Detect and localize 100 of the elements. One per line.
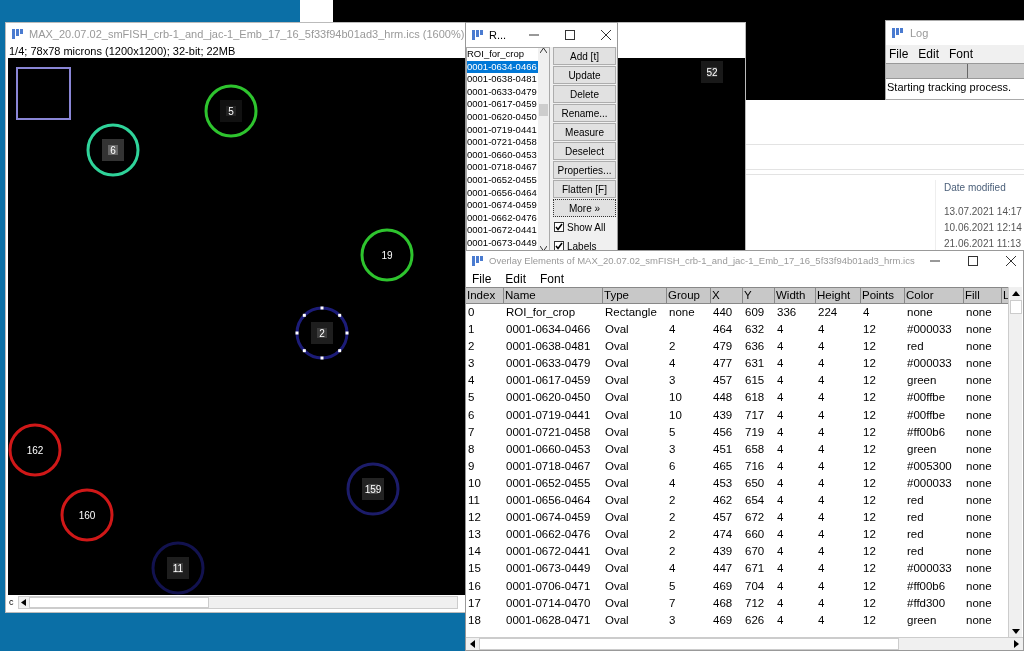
table-cell-text: 8 [467,441,476,457]
column-header[interactable]: Date modified [944,180,1022,204]
roi-list-item[interactable]: 0001-0672-0441 [467,224,538,237]
column-header[interactable]: X [711,288,743,303]
roi-button[interactable]: Delete [553,85,616,103]
table-cell-text: Oval [604,424,630,440]
column-header[interactable]: Name [504,288,603,303]
roi-list-item[interactable]: 0001-0617-0459 [467,98,538,111]
roi-list-item[interactable]: 0001-0656-0464 [467,186,538,200]
table-cell-text: 0001-0672-0441 [505,544,592,560]
vertical-scrollbar[interactable] [1008,287,1022,637]
roi-list-item[interactable]: 0001-0662-0476 [467,211,538,225]
roi-circle[interactable]: 159 [346,462,400,516]
table-cell-text: 2 [668,493,677,509]
scrollbar-thumb[interactable] [539,103,548,116]
table-cell-text: Oval [604,458,630,474]
roi-list-item[interactable]: 0001-0673-0449 [467,236,538,250]
column-header[interactable]: Points [861,288,905,303]
roi-circle[interactable]: 11 [151,541,205,595]
scroll-down-icon[interactable] [540,246,547,251]
roi-list-item[interactable]: 0001-0674-0459 [467,199,538,212]
roi-list-item[interactable]: 0001-0620-0450 [467,110,538,124]
roi-circle[interactable]: 6 [86,123,140,177]
table-cell-text: Oval [604,356,630,372]
table-cell-text: Oval [604,441,630,457]
roi-circle[interactable]: 160 [60,488,114,542]
roi-button[interactable]: Add [t] [553,47,616,65]
table-cell-text: #ffd300 [906,595,947,611]
column-header[interactable]: Fill [964,288,1002,303]
table-cell-text: 660 [744,527,766,543]
roi-list-item[interactable]: 0001-0638-0481 [467,73,538,86]
roi-circle[interactable]: 162 [8,423,62,477]
roi-button[interactable]: Update [553,66,616,84]
table-cell-text: 4 [776,339,785,355]
table-cell-text: 4 [776,407,785,423]
close-icon[interactable] [601,30,611,40]
table-cell-text: 6 [668,458,677,474]
fluorescent-spot [102,139,124,161]
roi-list-item[interactable]: 0001-0718-0467 [467,161,538,174]
scroll-up-icon[interactable] [1011,291,1020,296]
roi-circle[interactable]: 2 [295,306,349,360]
left-arrow-icon[interactable] [18,597,29,608]
checkbox-label: Labels [567,239,597,254]
menu-item[interactable]: File [472,270,492,288]
table-cell-text: 4 [776,527,785,543]
roi-list-item[interactable]: 0001-0633-0479 [467,85,538,99]
column-header[interactable]: Y [743,288,775,303]
scroll-down-icon[interactable] [1011,629,1020,634]
scrollbar-thumb[interactable] [1009,300,1022,314]
roi-button[interactable]: More » [553,199,616,217]
roi-circle[interactable]: 5 [204,84,258,138]
column-header[interactable]: Group [667,288,711,303]
table-cell-text: 12 [862,475,877,491]
column-header[interactable]: Height [816,288,861,303]
table-cell-text: 4 [776,475,785,491]
roi-button[interactable]: Deselect [553,142,616,160]
roi-list-item[interactable]: 0001-0719-0441 [467,123,538,137]
table-cell-text: Rectangle [604,305,658,320]
menu-item[interactable]: Font [540,270,565,288]
close-icon[interactable] [1006,256,1016,266]
roi-circle[interactable]: 19 [360,228,414,282]
maximize-icon[interactable] [968,256,978,266]
table-cell-text: 12 [862,356,877,372]
roi-button[interactable]: Measure [553,123,616,141]
roi-rectangle[interactable] [16,67,71,120]
channel-scrollbar[interactable] [17,596,458,609]
column-header[interactable]: Index [466,288,504,303]
table-cell-text: none [965,527,993,543]
table-cell-text: 4 [817,612,826,628]
maximize-icon[interactable] [565,30,575,40]
roi-list-item[interactable]: 0001-0721-0458 [467,136,538,149]
roi-list-item[interactable]: ROI_for_crop [467,48,538,61]
table-cell-text: 12 [467,510,482,526]
table-cell-text: 2 [668,527,677,543]
table-cell-text: 4 [817,475,826,491]
roi-list-item[interactable]: 0001-0634-0466 [467,60,538,74]
scroll-right-icon[interactable] [1014,640,1019,648]
table-cell-text: Oval [604,373,630,389]
table-cell-text: Oval [604,578,630,594]
table-cell-text: #000033 [906,356,953,372]
checkbox[interactable] [554,222,564,232]
menu-item[interactable]: Edit [505,270,527,288]
scroll-left-icon[interactable] [470,640,475,648]
menu-item[interactable]: Font [949,45,974,63]
roi-button[interactable]: Flatten [F] [553,180,616,198]
scroll-up-icon[interactable] [540,48,547,53]
table-cell-text: Oval [604,595,630,611]
horizontal-scrollbar[interactable] [466,637,1023,650]
roi-list-item[interactable]: 0001-0660-0453 [467,148,538,162]
column-header[interactable]: Width [775,288,816,303]
column-header[interactable]: Color [905,288,964,303]
table-cell-text: Oval [604,390,630,406]
roi-button[interactable]: Properties... [553,161,616,179]
roi-list-item[interactable]: 0001-0652-0455 [467,173,538,187]
vertical-scrollbar[interactable] [538,48,549,251]
roi-button[interactable]: Rename... [553,104,616,122]
table-cell-text: 650 [744,475,766,491]
menu-item[interactable]: File [889,45,909,63]
column-header[interactable]: Type [603,288,667,303]
menu-item[interactable]: Edit [918,45,940,63]
